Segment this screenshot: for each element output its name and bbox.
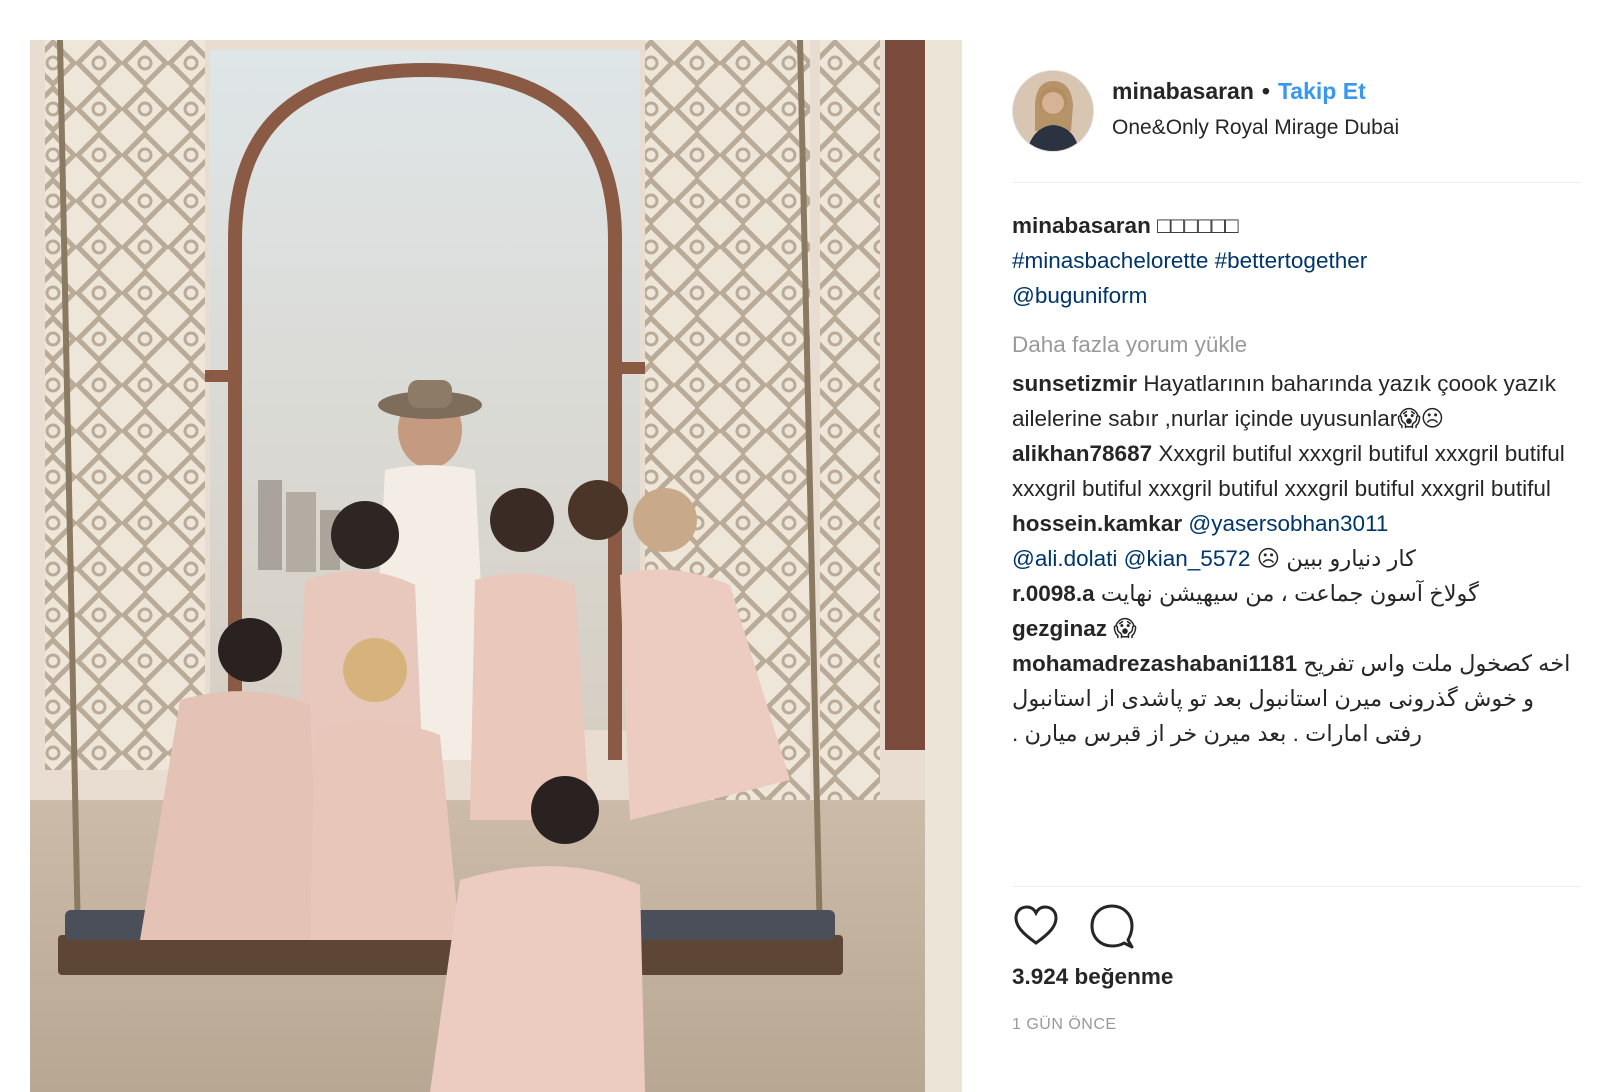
caption-username[interactable]: minabasaran xyxy=(1012,213,1151,238)
caption-hashtags[interactable]: #minasbachelorette #bettertogether xyxy=(1012,248,1367,273)
header-separator: • xyxy=(1261,78,1270,104)
comment-username[interactable]: gezginaz xyxy=(1012,616,1107,641)
comment-mention[interactable]: @kian_5572 xyxy=(1124,546,1251,571)
comment-text: 😱 xyxy=(1113,616,1137,641)
header-username[interactable]: minabasaran xyxy=(1112,78,1254,104)
caption-emoji: □□□□□□ xyxy=(1157,213,1239,238)
comment-item: alikhan78687 Xxxgril butiful xxxgril but… xyxy=(1012,436,1572,506)
comment-item: hossein.kamkar @yasersobhan3011 @ali.dol… xyxy=(1012,506,1572,576)
comment-text: گولاخ آسون جماعت ، من سیهیشن نهایت xyxy=(1100,581,1479,606)
comment-username[interactable]: r.0098.a xyxy=(1012,581,1095,606)
comment-username[interactable]: mohamadrezashabani1181 xyxy=(1012,651,1297,676)
header-divider xyxy=(1012,182,1582,183)
follow-button[interactable]: Takip Et xyxy=(1278,78,1366,104)
likes-count[interactable]: 3.924 beğenme xyxy=(1012,964,1173,990)
actions-divider xyxy=(1012,886,1582,887)
comment-item: mohamadrezashabani1181 اخه کصخول ملت واس… xyxy=(1012,646,1572,751)
comment-button[interactable] xyxy=(1088,902,1138,952)
post-header: minabasaran • Takip Et One&Only Royal Mira… xyxy=(1012,70,1582,154)
caption-mention[interactable]: @buguniform xyxy=(1012,283,1147,308)
post-timestamp[interactable]: 1 GÜN ÖNCE xyxy=(1012,1016,1117,1034)
header-line: minabasaran • Takip Et xyxy=(1112,78,1366,105)
post-photo[interactable] xyxy=(30,40,962,1092)
comment-bubble-icon xyxy=(1090,904,1134,949)
like-button[interactable] xyxy=(1012,902,1062,952)
comment-item: sunsetizmir Hayatlarının baharında yazık… xyxy=(1012,366,1572,436)
action-bar xyxy=(1012,902,1582,952)
comment-username[interactable]: alikhan78687 xyxy=(1012,441,1152,466)
comment-username[interactable]: sunsetizmir xyxy=(1012,371,1137,396)
comment-mention[interactable]: @yasersobhan3011 xyxy=(1188,511,1388,536)
comment-item: r.0098.a گولاخ آسون جماعت ، من سیهیشن نه… xyxy=(1012,576,1572,611)
comment-username[interactable]: hossein.kamkar xyxy=(1012,511,1182,536)
post-side-panel: minabasaran • Takip Et One&Only Royal Mira… xyxy=(1012,40,1582,1088)
avatar[interactable] xyxy=(1012,70,1094,152)
comments-list: minabasaran □□□□□□ #minasbachelorette #b… xyxy=(1012,208,1572,751)
location-link[interactable]: One&Only Royal Mirage Dubai xyxy=(1112,116,1399,140)
heart-icon xyxy=(1014,905,1058,945)
comment-item: gezginaz 😱 xyxy=(1012,611,1572,646)
comment-text: کار دنیارو ببین ☹ xyxy=(1256,546,1416,571)
comment-mention[interactable]: @ali.dolati xyxy=(1012,546,1117,571)
load-more-comments-button[interactable]: Daha fazla yorum yükle xyxy=(1012,327,1572,362)
caption: minabasaran □□□□□□ #minasbachelorette #b… xyxy=(1012,208,1572,313)
